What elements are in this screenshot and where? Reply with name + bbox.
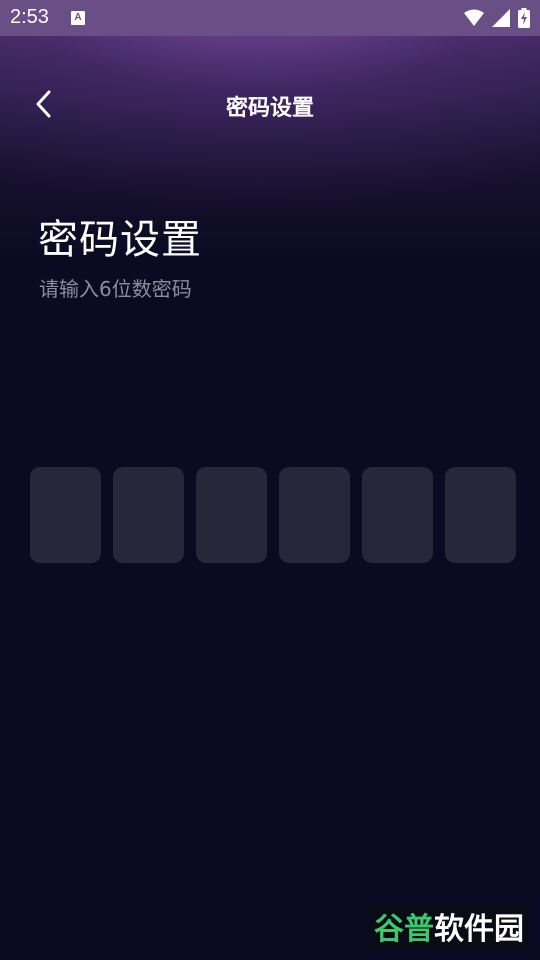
status-time: 2:53: [10, 6, 49, 28]
header: 密码设置: [0, 70, 540, 140]
page-subtitle: 请输入6位数密码: [39, 277, 192, 301]
pin-box-3[interactable]: [196, 467, 267, 563]
watermark-logo: 谷普 软件园: [368, 902, 530, 950]
page-title: 密码设置: [38, 217, 202, 263]
pin-box-6[interactable]: [445, 467, 516, 563]
pin-box-4[interactable]: [279, 467, 350, 563]
battery-icon: [518, 8, 530, 28]
header-title: 密码设置: [225, 96, 314, 121]
status-icons: [464, 8, 530, 28]
watermark-part1: 谷普: [374, 912, 434, 947]
pin-box-2[interactable]: [113, 467, 184, 563]
pin-box-1[interactable]: [30, 467, 101, 563]
wifi-icon: [464, 9, 484, 26]
status-bar: 2:53 A: [0, 0, 540, 36]
pin-box-5[interactable]: [362, 467, 433, 563]
a-icon: A: [71, 11, 85, 25]
watermark-part2: 软件园: [434, 912, 524, 947]
signal-icon: [492, 9, 510, 27]
pin-input[interactable]: [30, 467, 516, 563]
